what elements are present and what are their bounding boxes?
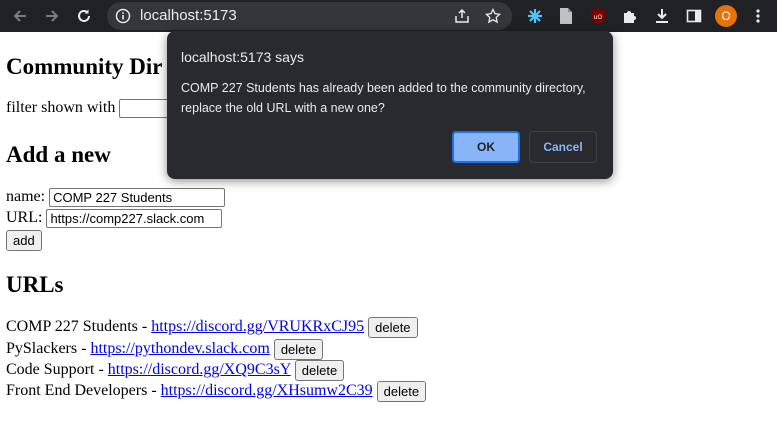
- entry-name: Code Support: [6, 361, 95, 379]
- reload-button[interactable]: [72, 4, 96, 28]
- filter-label: filter shown with: [6, 99, 116, 117]
- entry-name: COMP 227 Students: [6, 318, 138, 336]
- list-item: Front End Developers - https://discord.g…: [6, 381, 427, 402]
- download-icon[interactable]: [651, 5, 673, 27]
- dialog-message: COMP 227 Students has already been added…: [181, 81, 586, 115]
- extension-ublock-icon[interactable]: uO: [587, 5, 609, 27]
- add-heading: Add a new: [6, 142, 111, 167]
- entry-name: Front End Developers: [6, 382, 148, 400]
- name-input[interactable]: [49, 188, 226, 207]
- name-row: name:: [6, 188, 226, 207]
- delete-button[interactable]: delete: [273, 339, 324, 360]
- url-label: URL:: [6, 209, 43, 227]
- browser-toolbar: localhost:5173 uO O: [0, 0, 777, 32]
- list-item: PySlackers - https://pythondev.slack.com…: [6, 339, 324, 360]
- profile-initial: O: [721, 9, 731, 23]
- share-icon[interactable]: [454, 8, 470, 24]
- page-title: Community Dir: [6, 54, 163, 79]
- back-button[interactable]: [8, 4, 32, 28]
- delete-button[interactable]: delete: [294, 360, 345, 381]
- extension-document-icon[interactable]: [555, 5, 577, 27]
- back-arrow-icon: [13, 10, 26, 22]
- urls-heading: URLs: [6, 272, 64, 297]
- confirm-dialog: localhost:5173 says COMP 227 Students ha…: [167, 31, 613, 179]
- entry-link[interactable]: https://discord.gg/XHsumw2C39: [161, 382, 373, 399]
- entry-link[interactable]: https://pythondev.slack.com: [90, 340, 269, 357]
- forward-button[interactable]: [40, 4, 64, 28]
- delete-button[interactable]: delete: [368, 317, 418, 338]
- address-bar[interactable]: localhost:5173: [107, 2, 512, 30]
- entry-link[interactable]: https://discord.gg/XQ9C3sY: [108, 361, 291, 378]
- cancel-button[interactable]: Cancel: [529, 131, 597, 163]
- delete-button[interactable]: delete: [376, 381, 427, 402]
- entry-name: PySlackers: [6, 340, 78, 358]
- svg-text:uO: uO: [594, 14, 603, 21]
- extension-asterisk-icon[interactable]: [524, 5, 546, 27]
- browser-menu-icon[interactable]: [747, 5, 769, 27]
- filter-row: filter shown with: [6, 99, 188, 118]
- entry-link[interactable]: https://discord.gg/VRUKRxCJ95: [151, 318, 364, 335]
- add-button[interactable]: add: [6, 230, 42, 251]
- entry-separator: -: [147, 382, 161, 400]
- list-item: COMP 227 Students - https://discord.gg/V…: [6, 317, 418, 338]
- site-info-icon[interactable]: [115, 8, 131, 24]
- entry-separator: -: [137, 318, 152, 336]
- url-row: URL:: [6, 209, 223, 228]
- bookmark-star-icon[interactable]: [485, 8, 501, 24]
- profile-avatar[interactable]: O: [715, 5, 737, 27]
- url-input[interactable]: [46, 209, 223, 228]
- reload-icon: [78, 9, 90, 22]
- ok-button[interactable]: OK: [452, 131, 520, 163]
- side-panel-icon[interactable]: [683, 5, 705, 27]
- url-text: localhost:5173: [140, 7, 237, 24]
- entry-separator: -: [77, 340, 91, 358]
- forward-arrow-icon: [46, 10, 59, 22]
- extensions-puzzle-icon[interactable]: [619, 5, 641, 27]
- name-label: name:: [6, 188, 46, 206]
- entry-separator: -: [94, 361, 108, 379]
- dialog-title: localhost:5173 says: [181, 49, 304, 65]
- add-row: add: [6, 230, 42, 251]
- list-item: Code Support - https://discord.gg/XQ9C3s…: [6, 360, 345, 381]
